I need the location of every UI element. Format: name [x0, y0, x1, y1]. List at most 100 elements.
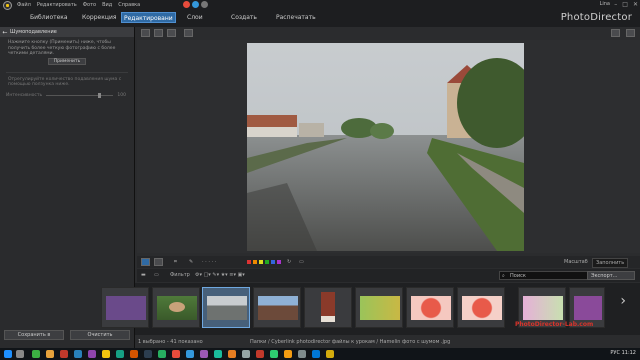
thumbnail-selected[interactable]: [202, 287, 250, 328]
app-icon[interactable]: [158, 350, 166, 358]
thumbnail[interactable]: [355, 287, 403, 328]
app-logo-icon[interactable]: [3, 0, 12, 10]
next-arrow-icon[interactable]: ›: [620, 293, 626, 309]
search-taskbar-icon[interactable]: [16, 350, 24, 358]
app-icon[interactable]: [270, 350, 278, 358]
menu-help[interactable]: Справка: [115, 2, 143, 8]
menu-file[interactable]: Файл: [14, 2, 34, 8]
app-icon[interactable]: [130, 350, 138, 358]
tab-print[interactable]: Распечатать: [274, 12, 318, 23]
menu-edit[interactable]: Редактировать: [34, 2, 80, 8]
search-placeholder: Поиск: [510, 273, 526, 279]
thumbnail[interactable]: [406, 287, 454, 328]
app-icon[interactable]: [312, 350, 320, 358]
color-label-red[interactable]: [247, 260, 251, 264]
list-view-icon[interactable]: ▬: [141, 272, 146, 278]
app-icon[interactable]: [284, 350, 292, 358]
color-label-purple[interactable]: [277, 260, 281, 264]
single-view-icon[interactable]: [141, 29, 150, 37]
thumbnail[interactable]: [253, 287, 301, 328]
hand-tool-icon[interactable]: [626, 29, 635, 37]
fullscreen-icon[interactable]: [184, 29, 193, 37]
color-label-orange[interactable]: [253, 260, 257, 264]
app-icon[interactable]: [228, 350, 236, 358]
slider-label: Интенсивность: [6, 92, 43, 98]
tab-edit[interactable]: Редактировани: [121, 12, 176, 23]
taskbar: РУС 11:12: [0, 348, 640, 360]
thumbnail[interactable]: [152, 287, 200, 328]
app-icon[interactable]: [298, 350, 306, 358]
apply-button[interactable]: Применить: [48, 57, 86, 65]
slider-knob[interactable]: [98, 92, 102, 98]
start-icon[interactable]: [4, 350, 12, 358]
app-window: Файл Редактировать Фото Вид Справка Lina…: [0, 0, 640, 348]
app-icon[interactable]: [256, 350, 264, 358]
zoom-search-icon[interactable]: [611, 29, 620, 37]
user-name[interactable]: Lina: [600, 1, 610, 7]
app-icon[interactable]: [88, 350, 96, 358]
rotate-icon[interactable]: ↻: [287, 259, 291, 265]
title-icons: [183, 1, 208, 8]
system-tray[interactable]: РУС 11:12: [610, 350, 636, 356]
app-icon[interactable]: [242, 350, 250, 358]
intensity-slider[interactable]: [46, 92, 114, 98]
thumbnail[interactable]: [101, 287, 149, 328]
split-view-icon[interactable]: [154, 258, 163, 266]
thumbnail[interactable]: [457, 287, 505, 328]
app-icon[interactable]: [74, 350, 82, 358]
close-icon[interactable]: ✕: [633, 1, 638, 8]
app-icon[interactable]: [116, 350, 124, 358]
tab-correction[interactable]: Коррекция: [80, 12, 118, 23]
thumbnail[interactable]: [304, 287, 352, 328]
app-icon[interactable]: [326, 350, 334, 358]
back-arrow-icon[interactable]: ←: [0, 29, 10, 36]
app-icon[interactable]: [200, 350, 208, 358]
zoom-select[interactable]: Заполнить: [592, 258, 629, 268]
filter-options-icon[interactable]: ⚙▾ □▾ ✎▾ ★▾ ≡▾ ▣▾: [195, 272, 245, 278]
view-controls: ⌗ ✎ · · · · · ↻ ▭ Масштаб Заполнить: [137, 256, 640, 268]
panel-title: Шумоподавление: [10, 29, 57, 35]
module-tabs: Библиотека Коррекция Редактировани Слои …: [0, 10, 640, 27]
tab-create[interactable]: Создать: [229, 12, 259, 23]
filter-label[interactable]: Фильтр: [170, 272, 190, 278]
app-icon[interactable]: [32, 350, 40, 358]
minimize-icon[interactable]: –: [614, 1, 617, 8]
save-to-button[interactable]: Сохранить в: [4, 330, 64, 340]
info-icon[interactable]: ▭: [299, 259, 304, 265]
tab-layers[interactable]: Слои: [185, 12, 205, 23]
clock[interactable]: 11:12: [622, 350, 636, 356]
app-icon[interactable]: [186, 350, 194, 358]
app-icon[interactable]: [214, 350, 222, 358]
panel-header: ← Шумоподавление: [0, 27, 134, 37]
settings-icon[interactable]: [201, 1, 208, 8]
color-label-blue[interactable]: [271, 260, 275, 264]
language-indicator[interactable]: РУС: [610, 350, 620, 356]
app-icon[interactable]: [46, 350, 54, 358]
app-icon[interactable]: [144, 350, 152, 358]
clear-button[interactable]: Очистить: [70, 330, 130, 340]
search-input[interactable]: ⌕ Поиск: [499, 271, 589, 280]
color-label-green[interactable]: [265, 260, 269, 264]
strip-icon[interactable]: ▭: [154, 272, 159, 278]
cloud-icon[interactable]: [192, 1, 199, 8]
grid-view-icon[interactable]: [167, 29, 176, 37]
tab-library[interactable]: Библиотека: [28, 12, 70, 23]
app-icon[interactable]: [60, 350, 68, 358]
notification-icon[interactable]: [183, 1, 190, 8]
rating-stars-icon[interactable]: · · · · ·: [202, 259, 216, 265]
brand-title: PhotoDirector: [560, 12, 632, 23]
app-icon[interactable]: [102, 350, 110, 358]
crop-icon[interactable]: ⌗: [174, 259, 177, 265]
compare-view-icon[interactable]: [154, 29, 163, 37]
maximize-icon[interactable]: □: [622, 1, 628, 8]
filmstrip-view-icon[interactable]: [141, 258, 150, 266]
menu-bar: Файл Редактировать Фото Вид Справка Lina…: [0, 0, 640, 10]
color-label-yellow[interactable]: [259, 260, 263, 264]
main-photo: [247, 43, 524, 251]
search-icon: ⌕: [502, 273, 505, 279]
app-icon[interactable]: [172, 350, 180, 358]
brush-icon[interactable]: ✎: [189, 259, 193, 265]
menu-photo[interactable]: Фото: [80, 2, 99, 8]
menu-view[interactable]: Вид: [99, 2, 115, 8]
export-button[interactable]: Экспорт...: [587, 271, 635, 280]
